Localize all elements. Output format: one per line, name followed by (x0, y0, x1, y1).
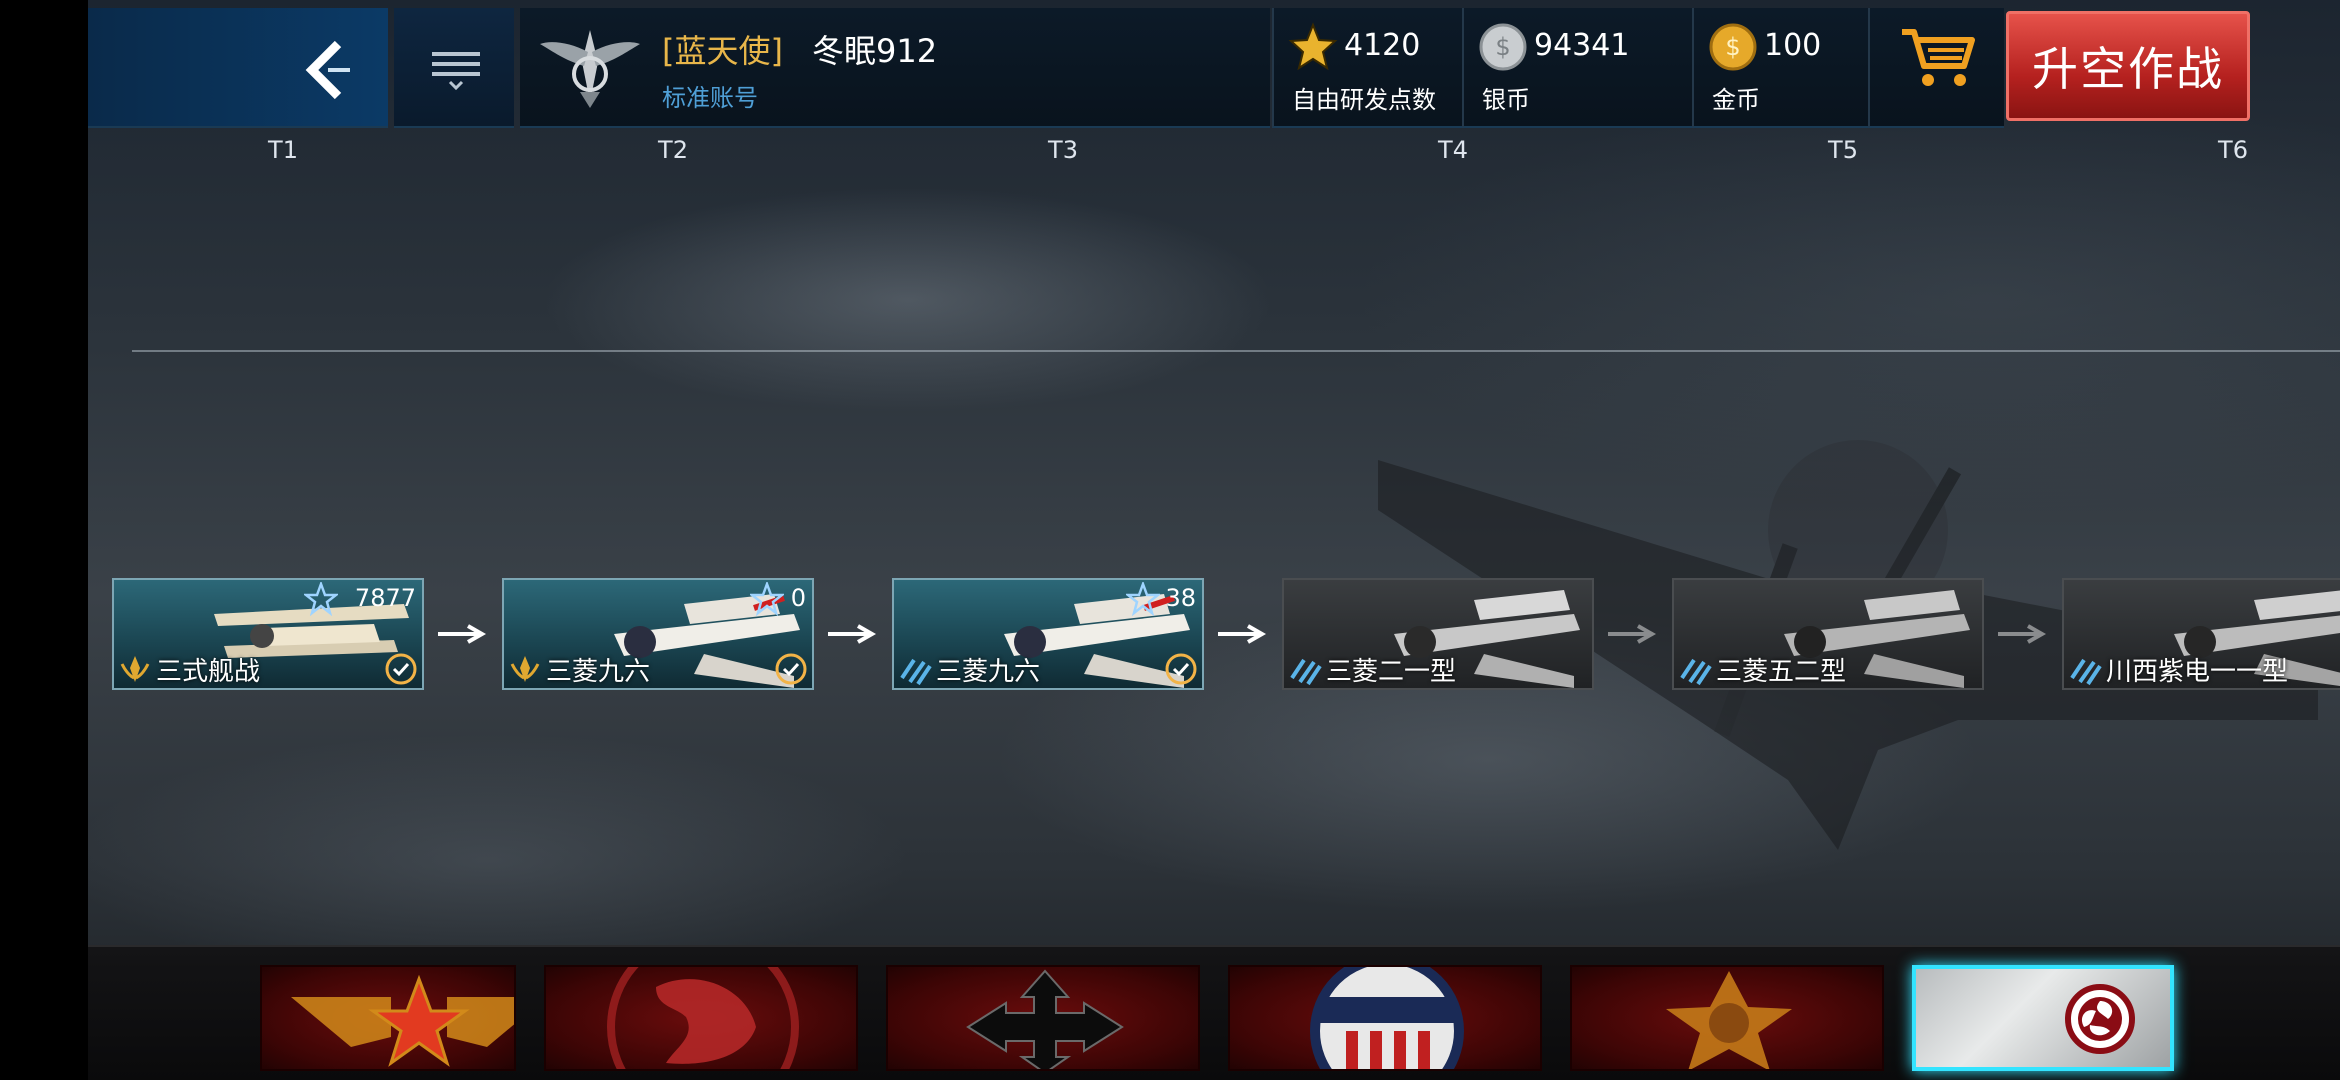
nation-tab-china[interactable] (1570, 965, 1884, 1071)
aircraft-exp: 0 (790, 584, 806, 612)
stars-stripes-shield-icon (1310, 967, 1464, 1069)
tier-label-2: T2 (658, 136, 688, 164)
back-button[interactable] (88, 8, 388, 128)
silver-label: 银币 (1482, 86, 1530, 114)
rank-emblem-icon (540, 30, 640, 108)
blue-stripes-icon (1680, 658, 1712, 686)
back-arrow-icon (305, 40, 350, 100)
gold-wings-icon (120, 656, 150, 682)
blue-stripes-icon (900, 658, 932, 686)
top-bar: [蓝天使] 冬眠912 标准账号 4120 自由研发点数 $ 94341 银币 … (88, 8, 2340, 128)
check-circle-icon (1165, 653, 1197, 685)
star-icon (1288, 22, 1338, 71)
aircraft-card-t4[interactable]: 三菱二一型 (1282, 578, 1594, 690)
silver-currency[interactable]: $ 94341 银币 (1462, 8, 1692, 128)
tier-label-3: T3 (1048, 136, 1078, 164)
aircraft-exp: 38 (1165, 584, 1196, 612)
nation-tab-germany[interactable] (886, 965, 1200, 1071)
account-type: 标准账号 (662, 84, 758, 112)
tier-label-1: T1 (268, 136, 298, 164)
aircraft-name: 三菱五二型 (1716, 657, 1847, 687)
aircraft-card-t3[interactable]: 38 三菱九六 (892, 578, 1204, 690)
free-research-points[interactable]: 4120 自由研发点数 (1272, 8, 1462, 128)
aircraft-card-t2[interactable]: 0 三菱九六 (502, 578, 814, 690)
tier-label-6: T6 (2218, 136, 2248, 164)
tier-label-4: T4 (1438, 136, 1468, 164)
tier-divider (132, 350, 2340, 352)
exp-star-icon (1126, 582, 1160, 616)
nation-tab-japan[interactable] (1912, 965, 2174, 1071)
nation-selector (88, 945, 2340, 1080)
bear-star-icon (1666, 971, 1792, 1069)
nation-tab-uk[interactable] (544, 965, 858, 1071)
aircraft-card-t5[interactable]: 三菱五二型 (1672, 578, 1984, 690)
nation-tab-usa[interactable] (1228, 965, 1542, 1071)
blue-stripes-icon (2070, 658, 2102, 686)
gold-currency[interactable]: $ 100 金币 (1692, 8, 1868, 128)
arrow-right-icon (1998, 624, 2047, 644)
free-research-value: 4120 (1344, 28, 1421, 63)
aircraft-name: 三菱二一型 (1326, 657, 1457, 687)
exp-star-icon (750, 582, 784, 616)
gold-value: 100 (1764, 28, 1822, 63)
blue-stripes-icon (1290, 658, 1322, 686)
arrow-right-icon (1608, 624, 1657, 644)
aircraft-name: 三式舰战 (156, 657, 261, 687)
gold-label: 金币 (1712, 86, 1760, 114)
clan-tag: [蓝天使] (662, 32, 783, 70)
aircraft-card-t1[interactable]: 7877 三式舰战 (112, 578, 424, 690)
nation-tab-ussr[interactable] (260, 965, 516, 1071)
mitsudomoe-icon (2065, 984, 2135, 1054)
cross-arrows-icon (966, 969, 1124, 1069)
check-circle-icon (775, 653, 807, 685)
shopping-cart-icon (1902, 29, 1975, 86)
gold-coin-icon: $ (1709, 23, 1757, 71)
silver-value: 94341 (1534, 28, 1630, 63)
free-research-label: 自由研发点数 (1292, 86, 1436, 114)
gold-wings-icon (510, 656, 540, 682)
tech-tree-screen: [蓝天使] 冬眠912 标准账号 4120 自由研发点数 $ 94341 银币 … (88, 0, 2340, 1080)
aircraft-card-t6[interactable]: 川西紫电一一型 (2062, 578, 2340, 690)
arrow-right-icon (1218, 624, 1267, 644)
silver-coin-icon: $ (1479, 23, 1527, 71)
svg-text:$: $ (1495, 33, 1510, 61)
tier-label-5: T5 (1828, 136, 1858, 164)
shop-button[interactable] (1868, 8, 2004, 128)
lion-emblem-icon (607, 967, 799, 1069)
exp-star-icon (304, 582, 338, 616)
player-info[interactable]: [蓝天使] 冬眠912 标准账号 (520, 8, 1270, 128)
check-circle-icon (385, 653, 417, 685)
aircraft-name: 川西紫电一一型 (2106, 657, 2289, 687)
take-off-battle-button[interactable]: 升空作战 (2006, 11, 2250, 121)
svg-text:$: $ (1725, 33, 1740, 61)
arrow-right-icon (828, 624, 877, 644)
player-name: 冬眠912 (812, 32, 938, 70)
red-star-wings-icon (291, 974, 514, 1067)
arrow-right-icon (438, 624, 487, 644)
menu-button[interactable] (394, 8, 514, 128)
aircraft-exp: 7877 (354, 584, 416, 612)
aircraft-name: 三菱九六 (936, 657, 1041, 687)
hamburger-menu-icon (432, 52, 480, 90)
aircraft-name: 三菱九六 (546, 657, 651, 687)
